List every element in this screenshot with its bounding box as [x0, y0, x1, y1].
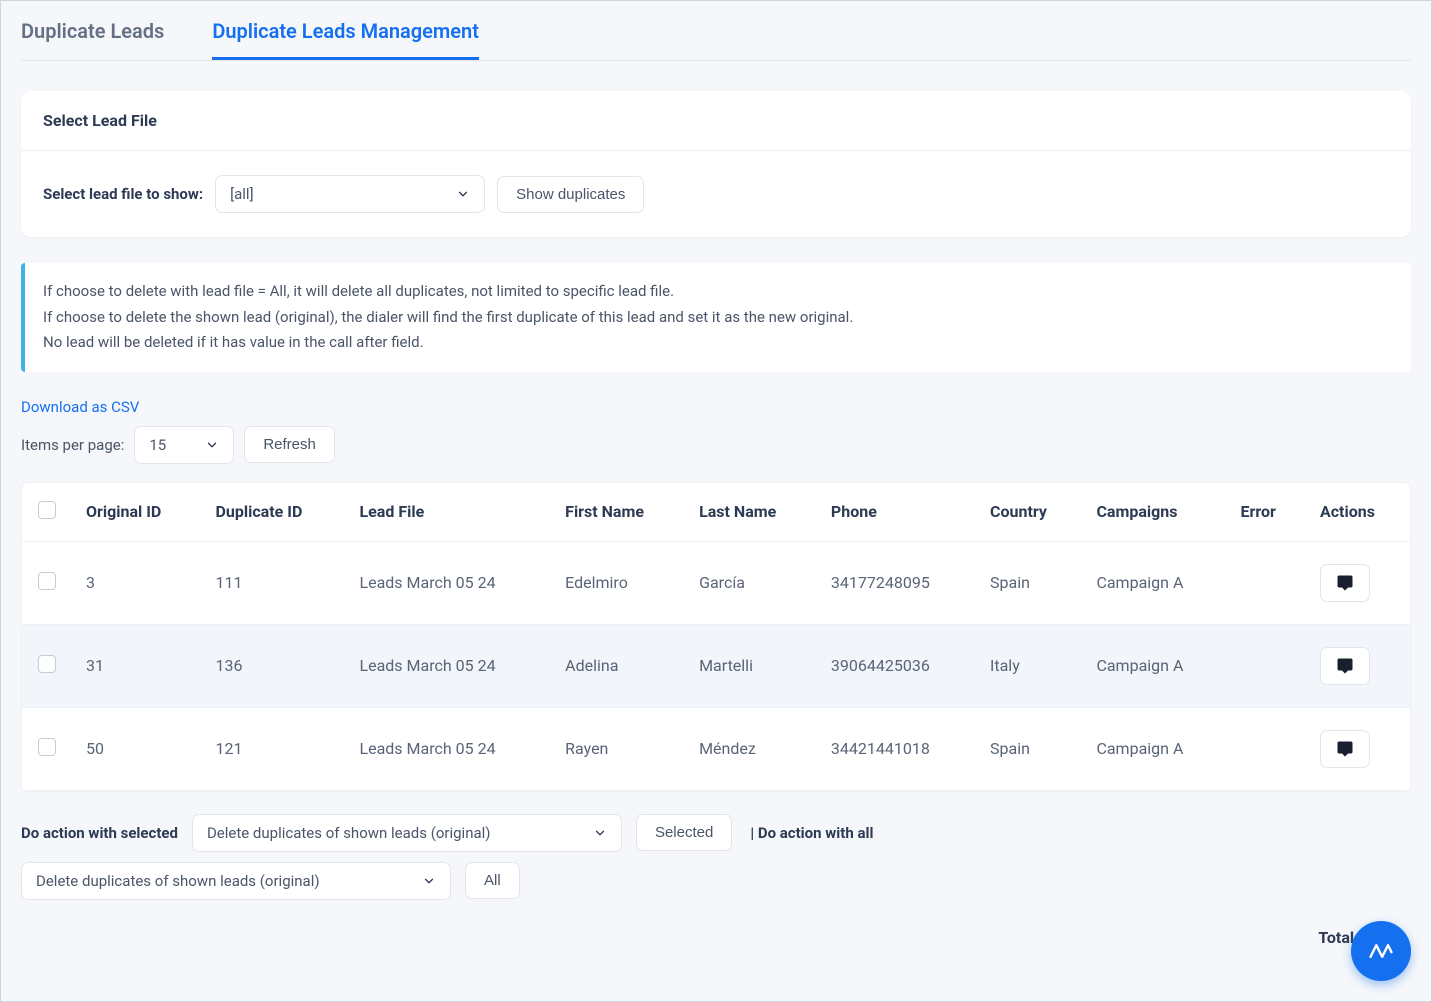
cell-country: Spain — [976, 541, 1082, 624]
row-action-button[interactable] — [1320, 730, 1370, 768]
header-error: Error — [1227, 483, 1306, 542]
info-callout: If choose to delete with lead file = All… — [21, 263, 1411, 372]
do-action-all-label: | Do action with all — [750, 824, 873, 842]
selected-button[interactable]: Selected — [636, 814, 732, 851]
cell-lead-file: Leads March 05 24 — [345, 624, 551, 707]
chevron-down-icon — [593, 826, 607, 840]
cell-phone: 34421441018 — [817, 707, 976, 790]
row-checkbox[interactable] — [38, 738, 56, 756]
header-lead-file: Lead File — [345, 483, 551, 542]
cell-last-name: Martelli — [685, 624, 817, 707]
chevron-down-icon — [456, 187, 470, 201]
header-last-name: Last Name — [685, 483, 817, 542]
header-first-name: First Name — [551, 483, 685, 542]
cell-phone: 34177248095 — [817, 541, 976, 624]
card-header: Select Lead File — [21, 91, 1411, 151]
callout-line-1: If choose to delete with lead file = All… — [43, 279, 1393, 305]
select-all-checkbox[interactable] — [38, 501, 56, 519]
cell-original-id: 31 — [72, 624, 202, 707]
card-title: Select Lead File — [43, 111, 1389, 130]
header-country: Country — [976, 483, 1082, 542]
cell-original-id: 3 — [72, 541, 202, 624]
action-all-select[interactable]: Delete duplicates of shown leads (origin… — [21, 862, 451, 900]
callout-line-2: If choose to delete the shown lead (orig… — [43, 305, 1393, 331]
header-duplicate-id: Duplicate ID — [202, 483, 346, 542]
cell-phone: 39064425036 — [817, 624, 976, 707]
cell-last-name: García — [685, 541, 817, 624]
header-actions: Actions — [1306, 483, 1410, 542]
header-original-id: Original ID — [72, 483, 202, 542]
all-button[interactable]: All — [465, 862, 520, 899]
chevron-down-icon — [205, 438, 219, 452]
chat-bubble-icon — [1336, 740, 1354, 758]
select-lead-file-card: Select Lead File Select lead file to sho… — [21, 91, 1411, 237]
action-selected-value: Delete duplicates of shown leads (origin… — [207, 824, 491, 842]
cell-actions — [1306, 624, 1410, 707]
action-selected-select[interactable]: Delete duplicates of shown leads (origin… — [192, 814, 622, 852]
table-row: 50 121 Leads March 05 24 Rayen Méndez 34… — [22, 707, 1410, 790]
table-row: 3 111 Leads March 05 24 Edelmiro García … — [22, 541, 1410, 624]
header-campaigns: Campaigns — [1082, 483, 1226, 542]
triangle-wave-icon — [1367, 937, 1395, 965]
tab-duplicate-leads[interactable]: Duplicate Leads — [21, 19, 164, 60]
items-per-page-label: Items per page: — [21, 436, 124, 454]
cell-campaigns: Campaign A — [1082, 541, 1226, 624]
row-checkbox[interactable] — [38, 572, 56, 590]
bulk-actions-all-row: Delete duplicates of shown leads (origin… — [21, 862, 1411, 900]
do-action-selected-label: Do action with selected — [21, 824, 178, 842]
lead-file-select-value: [all] — [230, 185, 253, 203]
row-action-button[interactable] — [1320, 647, 1370, 685]
cell-campaigns: Campaign A — [1082, 707, 1226, 790]
cell-country: Spain — [976, 707, 1082, 790]
select-lead-file-label: Select lead file to show: — [43, 185, 203, 203]
cell-first-name: Adelina — [551, 624, 685, 707]
cell-duplicate-id: 136 — [202, 624, 346, 707]
items-per-page-value: 15 — [149, 436, 166, 454]
items-per-page-select[interactable]: 15 — [134, 426, 234, 464]
refresh-button[interactable]: Refresh — [244, 426, 335, 463]
callout-line-3: No lead will be deleted if it has value … — [43, 330, 1393, 356]
cell-country: Italy — [976, 624, 1082, 707]
tabs: Duplicate Leads Duplicate Leads Manageme… — [21, 1, 1411, 61]
cell-error — [1227, 707, 1306, 790]
row-checkbox[interactable] — [38, 655, 56, 673]
chat-bubble-icon — [1336, 574, 1354, 592]
table-toolbar: Items per page: 15 Refresh — [21, 426, 1411, 464]
fab-button[interactable] — [1351, 921, 1411, 981]
cell-first-name: Rayen — [551, 707, 685, 790]
cell-lead-file: Leads March 05 24 — [345, 541, 551, 624]
download-csv-link[interactable]: Download as CSV — [21, 398, 139, 416]
show-duplicates-button[interactable]: Show duplicates — [497, 176, 644, 213]
row-action-button[interactable] — [1320, 564, 1370, 602]
lead-file-select[interactable]: [all] — [215, 175, 485, 213]
duplicates-table: Original ID Duplicate ID Lead File First… — [21, 482, 1411, 792]
chat-bubble-icon — [1336, 657, 1354, 675]
cell-actions — [1306, 541, 1410, 624]
tab-duplicate-leads-management[interactable]: Duplicate Leads Management — [212, 19, 479, 60]
cell-lead-file: Leads March 05 24 — [345, 707, 551, 790]
cell-duplicate-id: 111 — [202, 541, 346, 624]
header-checkbox-cell — [22, 483, 72, 542]
header-phone: Phone — [817, 483, 976, 542]
table-row: 31 136 Leads March 05 24 Adelina Martell… — [22, 624, 1410, 707]
cell-original-id: 50 — [72, 707, 202, 790]
cell-first-name: Edelmiro — [551, 541, 685, 624]
cell-duplicate-id: 121 — [202, 707, 346, 790]
cell-error — [1227, 624, 1306, 707]
cell-campaigns: Campaign A — [1082, 624, 1226, 707]
cell-actions — [1306, 707, 1410, 790]
chevron-down-icon — [422, 874, 436, 888]
action-all-value: Delete duplicates of shown leads (origin… — [36, 872, 320, 890]
cell-last-name: Méndez — [685, 707, 817, 790]
total-items-label: Total items: — [21, 928, 1411, 947]
cell-error — [1227, 541, 1306, 624]
bulk-actions-row: Do action with selected Delete duplicate… — [21, 814, 1411, 852]
